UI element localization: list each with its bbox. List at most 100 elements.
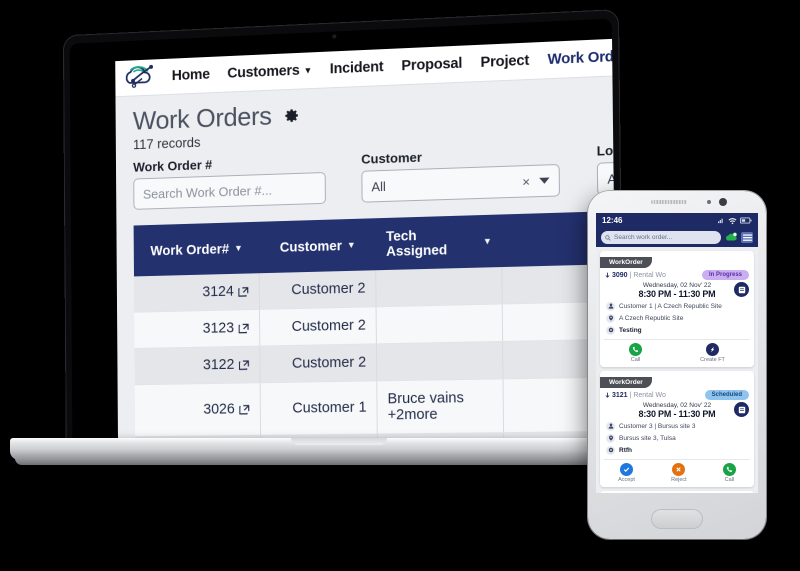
laptop-base [10,438,668,460]
work-order-card[interactable]: WorkOrder 3121 | Rental Wo Scheduled Wed… [600,371,754,487]
nav-item-proposal[interactable]: Proposal [392,49,471,80]
card-subject-row: Rtfh [600,444,754,456]
wifi-icon [728,217,737,225]
chevron-down-icon[interactable] [539,178,549,184]
close-icon [672,463,685,476]
external-link-icon[interactable] [239,322,250,333]
location-select-value: All [607,170,616,186]
action-create-ft[interactable]: Create FT [700,343,725,363]
brand-logo-icon[interactable] [119,60,163,95]
note-icon[interactable] [734,402,749,417]
list-view-icon[interactable] [741,232,753,243]
card-subject-row: Testing [600,324,754,336]
card-location-row: Bursus site 3, Tulsa [600,432,754,444]
select-actions: × [522,174,549,188]
cell-tech-assigned [377,304,503,343]
action-label: Accept [618,477,635,483]
work-order-number: 3124 [202,284,233,301]
customer-select-value: All [371,178,386,193]
card-location: Bursus site 3, Tulsa [619,435,676,442]
nav-item-project[interactable]: Project [471,46,538,77]
filter-location: Location All [597,138,617,195]
laptop-base-notch [291,438,387,445]
nav-item-customers[interactable]: Customers ▼ [218,56,321,88]
action-label: Call [725,477,734,483]
filter-customer: Customer All × [361,145,560,203]
status-icons [718,217,752,225]
status-badge: In Progress [702,270,749,280]
search-input-placeholder: Search Work Order #... [143,182,272,201]
column-header-tech-assigned[interactable]: Tech Assigned ▼ [376,214,503,270]
phone-status-bar: 12:46 [596,213,758,228]
action-call[interactable]: Call [629,343,642,363]
table-row[interactable]: 3026 Customer 1 Bruce vains +2more [135,378,617,438]
card-work-order-id: 3121 | Rental Wo [605,392,666,399]
card-time: 8:30 PM - 11:30 PM [600,289,754,299]
cell-work-order[interactable]: 3122 [135,347,261,385]
work-orders-page: Work Orders 117 records Work Order # Sea… [115,77,616,445]
laptop-device: Home Customers ▼ Incident Proposal Projec… [58,22,618,452]
action-label: Reject [671,477,687,483]
external-link-icon[interactable] [239,286,250,297]
phone-search-input[interactable]: Search work order... [601,231,721,244]
work-order-number: 3026 [203,401,234,417]
search-work-order-input[interactable]: Search Work Order #... [133,172,326,210]
phone-search-placeholder: Search work order... [614,234,672,241]
card-subject: Rtfh [619,447,632,454]
location-select[interactable]: All [597,158,617,195]
external-link-icon[interactable] [240,404,251,415]
desktop-screen: Home Customers ▼ Incident Proposal Projec… [115,39,616,444]
customer-select[interactable]: All × [361,164,560,203]
phone-icon [629,343,642,356]
proximity-sensor-icon [707,200,711,204]
card-id-number: 3121 [612,392,628,399]
cell-work-order[interactable]: 3026 [135,383,262,436]
nav-item-home[interactable]: Home [163,60,219,90]
filter-label: Work Order # [133,153,325,175]
external-link-icon[interactable] [239,359,250,370]
earpiece-speaker-icon [651,200,687,204]
filter-icon[interactable]: ▼ [347,240,356,250]
card-work-order-id: 3090 | Rental Wo [605,272,666,279]
column-header-customer[interactable]: Customer ▼ [260,218,377,273]
status-clock: 12:46 [602,216,622,225]
card-date: Wednesday, 02 Nov' 22 [600,282,754,289]
cell-tech-assigned [376,267,502,306]
gear-icon [606,326,615,335]
action-reject[interactable]: Reject [671,463,687,483]
work-order-card[interactable]: WorkOrder 3090 | Rental Wo In Progress W… [600,251,754,367]
phone-home-button[interactable] [651,509,703,529]
cell-tech-assigned [377,342,504,380]
cell-work-order[interactable]: 3124 [134,273,260,311]
nav-item-work-orders[interactable]: Work Orders▼ [538,43,612,75]
column-header-work-order[interactable]: Work Order# ▼ [134,222,260,277]
action-accept[interactable]: Accept [618,463,635,483]
status-badge: Scheduled [705,390,749,400]
card-customer: Customer 1 | A Czech Republic Site [619,303,722,310]
card-customer: Customer 3 | Bursus site 3 [619,423,695,430]
card-customer-row: Customer 3 | Bursus site 3 [600,420,754,432]
check-icon [620,463,633,476]
work-order-card-list[interactable]: WorkOrder 3090 | Rental Wo In Progress W… [596,247,758,493]
card-schedule: Wednesday, 02 Nov' 22 8:30 PM - 11:30 PM [600,280,754,300]
nav-item-incident[interactable]: Incident [321,53,393,84]
clear-icon[interactable]: × [522,175,530,188]
card-time: 8:30 PM - 11:30 PM [600,409,754,419]
filter-icon[interactable]: ▼ [483,236,492,246]
webcam-icon [332,34,336,38]
filter-icon[interactable]: ▼ [234,243,243,253]
work-order-number: 3123 [203,320,234,336]
action-call[interactable]: Call [723,463,736,483]
person-icon [606,422,615,431]
note-icon[interactable] [734,282,749,297]
work-order-card[interactable]: WorkOrder [600,491,754,493]
gear-icon[interactable] [283,107,299,123]
page-title: Work Orders [133,101,272,137]
map-pin-icon [606,434,615,443]
map-pin-icon [606,314,615,323]
sync-cloud-icon[interactable] [725,232,737,243]
card-date: Wednesday, 02 Nov' 22 [600,402,754,409]
laptop-bezel: Home Customers ▼ Incident Proposal Projec… [70,19,617,445]
card-customer-row: Customer 1 | A Czech Republic Site [600,300,754,312]
cell-work-order[interactable]: 3123 [134,310,260,348]
